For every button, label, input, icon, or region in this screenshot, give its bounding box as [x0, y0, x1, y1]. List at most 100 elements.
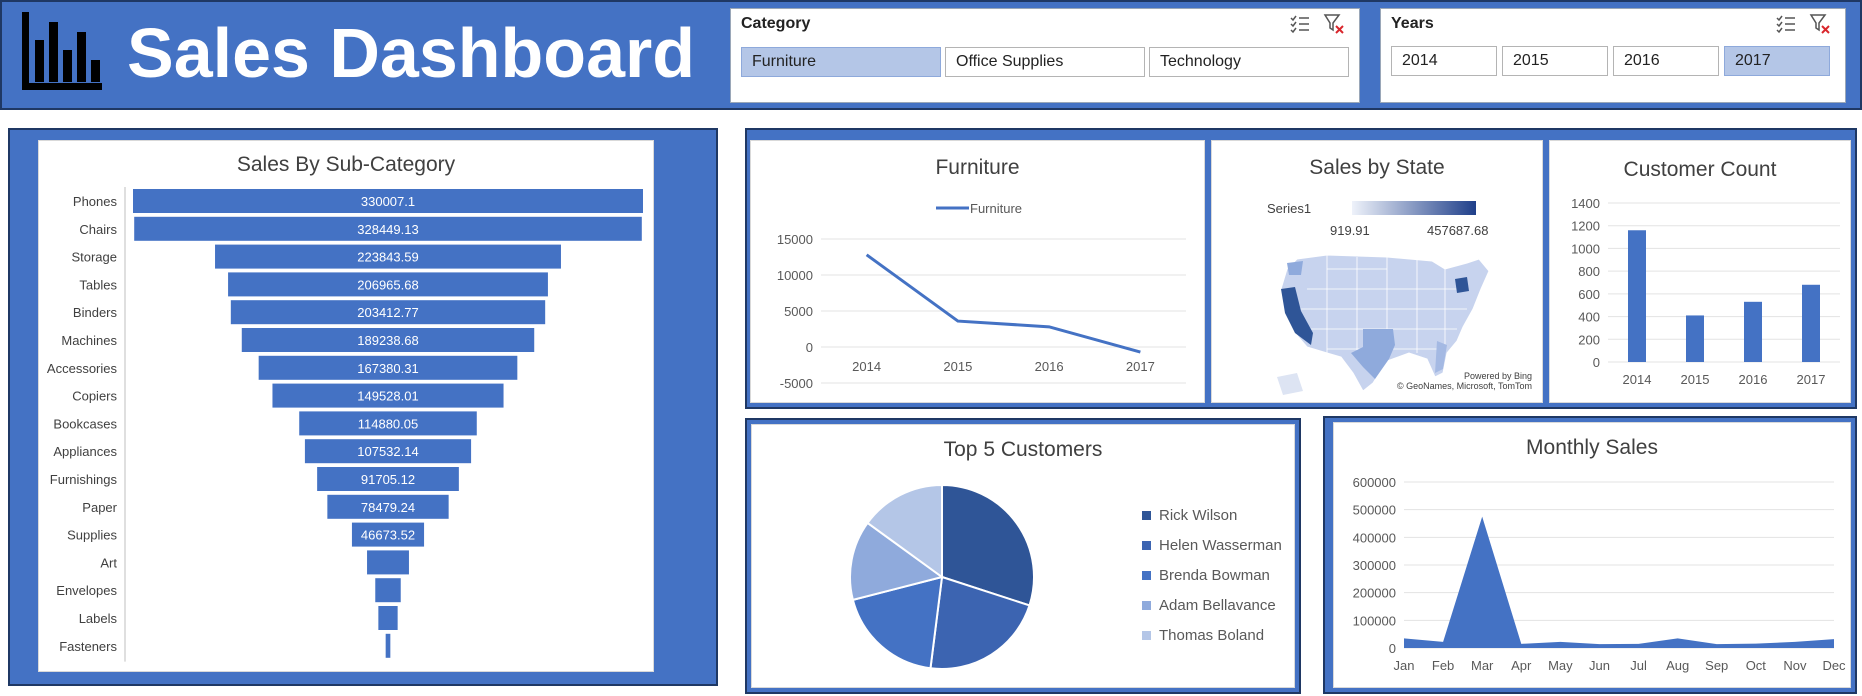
x-tick-label: Sep — [1705, 658, 1728, 673]
map-legend-max: 457687.68 — [1427, 223, 1489, 238]
slicer-option-2017[interactable]: 2017 — [1724, 46, 1830, 76]
years-slicer: Years 2014 2015 2016 2017 — [1380, 8, 1846, 103]
bar — [1744, 301, 1762, 362]
slicer-option-2016[interactable]: 2016 — [1613, 46, 1719, 76]
data-label: 149528.01 — [357, 389, 418, 404]
y-tick-label: 0 — [806, 340, 813, 355]
category-slicer: Category Furniture Office Supplies Techn… — [730, 8, 1360, 103]
x-tick-label: Nov — [1783, 658, 1807, 673]
category-label: Accessories — [47, 361, 118, 376]
x-tick-label: 2016 — [1739, 372, 1768, 387]
x-tick-label: Jun — [1589, 658, 1610, 673]
x-tick-label: 2017 — [1126, 359, 1155, 374]
y-tick-label: 1000 — [1571, 241, 1600, 256]
data-label: 107532.14 — [357, 444, 418, 459]
bar — [1628, 230, 1646, 362]
funnel-bar — [375, 578, 401, 603]
legend-label: Brenda Bowman — [1159, 567, 1270, 584]
years-slicer-title: Years — [1391, 15, 1434, 32]
page-title: Sales Dashboard — [127, 14, 695, 92]
multi-select-icon[interactable] — [1289, 13, 1311, 35]
pie-legend-item: Brenda Bowman — [1142, 567, 1270, 584]
slicer-option-2015[interactable]: 2015 — [1502, 46, 1608, 76]
data-label: 328449.13 — [357, 222, 418, 237]
category-label: Chairs — [79, 222, 117, 237]
clear-filter-icon[interactable] — [1809, 13, 1831, 35]
y-tick-label: 100000 — [1353, 613, 1396, 628]
slicer-option-office-supplies[interactable]: Office Supplies — [945, 47, 1145, 77]
category-label: Paper — [82, 500, 117, 515]
x-tick-label: Aug — [1666, 658, 1689, 673]
legend-swatch — [1142, 511, 1151, 520]
category-label: Tables — [79, 277, 117, 292]
y-tick-label: 200 — [1578, 332, 1600, 347]
x-tick-label: Jan — [1394, 658, 1415, 673]
pie-legend-item: Adam Bellavance — [1142, 597, 1276, 614]
y-tick-label: 800 — [1578, 264, 1600, 279]
x-tick-label: 2015 — [1681, 372, 1710, 387]
map-legend-gradient — [1352, 201, 1476, 215]
bar-chart-logo-icon — [22, 12, 102, 90]
subcategory-chart-card: Sales By Sub-Category Phones 330007.1 Chai… — [38, 140, 654, 672]
x-tick-label: Apr — [1511, 658, 1532, 673]
customer-count-bar-chart: 1400 1200 1000 800 600 400 200 0 2014 2015 2016 201… — [1571, 196, 1840, 387]
clear-filter-icon[interactable] — [1323, 13, 1345, 35]
slicer-option-2014[interactable]: 2014 — [1391, 46, 1497, 76]
funnel-bar — [367, 550, 409, 575]
x-tick-label: 2016 — [1035, 359, 1064, 374]
data-label: 330007.1 — [361, 194, 415, 209]
legend-swatch — [1142, 601, 1151, 610]
category-label: Envelopes — [56, 583, 117, 598]
map-credit-line-1: Powered by Bing — [1463, 371, 1532, 381]
category-label: Fasteners — [59, 639, 117, 654]
customer-count-card: Customer Count 1400 1200 1000 800 600 400 200 0… — [1549, 140, 1851, 403]
bar — [1686, 315, 1704, 362]
data-label: 189238.68 — [357, 333, 418, 348]
y-tick-label: 0 — [1389, 641, 1396, 656]
state-map-card: Sales by State Series1 919.91 457687.68 … — [1211, 140, 1543, 403]
legend-label: Furniture — [970, 201, 1022, 216]
top5-chart-card: Top 5 Customers Rick Wilson Helen Wasser… — [751, 424, 1295, 688]
pie-legend-item: Helen Wasserman — [1142, 537, 1282, 554]
category-label: Furnishings — [50, 472, 118, 487]
category-label: Labels — [79, 611, 118, 626]
multi-select-icon[interactable] — [1775, 13, 1797, 35]
x-tick-label: Oct — [1746, 658, 1767, 673]
x-tick-label: 2017 — [1797, 372, 1826, 387]
bar — [1802, 284, 1820, 362]
category-label: Binders — [73, 305, 118, 320]
slicer-option-technology[interactable]: Technology — [1149, 47, 1349, 77]
x-tick-label: 2014 — [1623, 372, 1652, 387]
legend-label: Adam Bellavance — [1159, 597, 1276, 614]
map-legend-min: 919.91 — [1330, 223, 1370, 238]
data-label: 223843.59 — [357, 250, 418, 265]
y-tick-label: -5000 — [780, 376, 813, 391]
slicer-option-furniture[interactable]: Furniture — [741, 47, 941, 77]
category-label: Bookcases — [53, 416, 117, 431]
category-label: Storage — [71, 250, 117, 265]
area-series — [1404, 516, 1834, 648]
y-tick-label: 1200 — [1571, 219, 1600, 234]
funnel-bar — [378, 606, 398, 630]
monthly-area-chart: 600000 500000 400000 300000 200000 100000 0 Jan… — [1353, 475, 1846, 673]
data-label: 167380.31 — [357, 361, 418, 376]
legend-swatch — [1142, 541, 1151, 550]
subcategory-funnel-chart: Phones 330007.1 Chairs 328449.13 Storage 2238… — [47, 187, 643, 662]
top5-pie-chart — [849, 483, 1035, 670]
state-map-title: Sales by State — [1309, 156, 1445, 179]
legend-swatch — [1142, 631, 1151, 640]
y-tick-label: 300000 — [1353, 558, 1396, 573]
y-tick-label: 5000 — [784, 304, 813, 319]
data-label: 114880.05 — [358, 416, 419, 431]
x-tick-label: Dec — [1822, 658, 1846, 673]
x-tick-label: 2014 — [852, 359, 881, 374]
monthly-chart-card: Monthly Sales 600000 500000 400000 300000 20… — [1333, 422, 1851, 688]
y-tick-label: 400000 — [1353, 530, 1396, 545]
funnel-bar — [385, 633, 391, 658]
y-tick-label: 500000 — [1353, 503, 1396, 518]
pie-legend-item: Thomas Boland — [1142, 627, 1264, 644]
y-tick-label: 1400 — [1571, 196, 1600, 211]
legend-label: Rick Wilson — [1159, 507, 1238, 524]
category-label: Machines — [61, 333, 117, 348]
legend-label: Thomas Boland — [1159, 627, 1265, 644]
